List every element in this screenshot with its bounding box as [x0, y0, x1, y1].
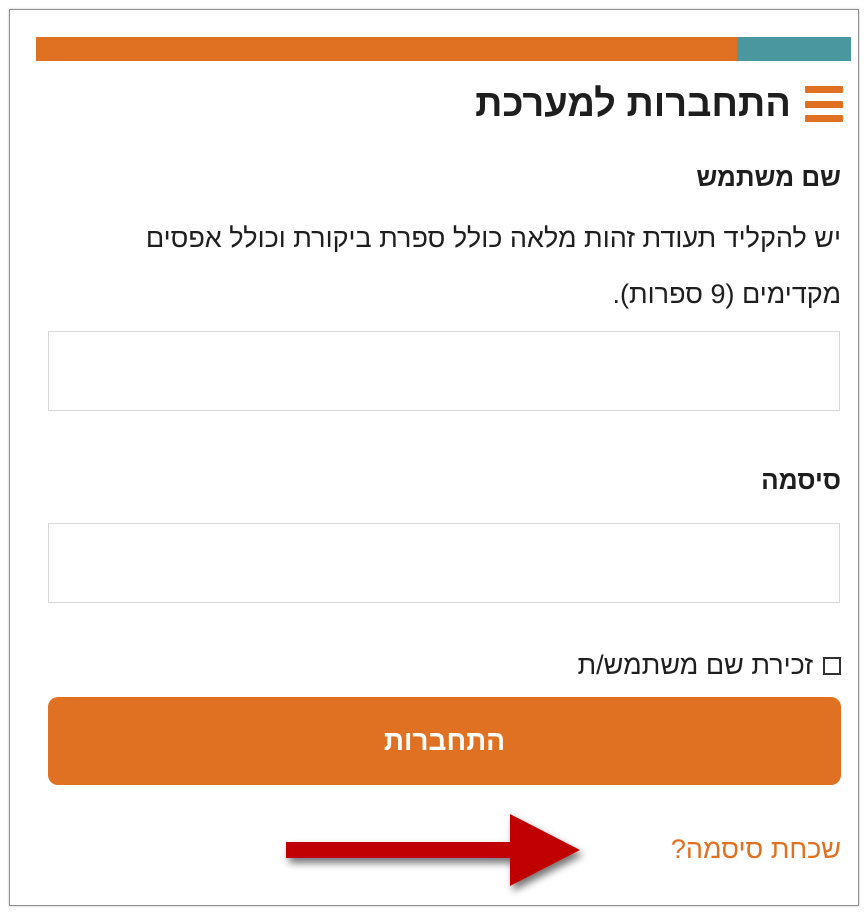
remember-username-checkbox[interactable] — [823, 656, 841, 675]
username-input[interactable] — [48, 331, 840, 411]
red-arrow-icon — [286, 814, 580, 886]
username-label: שם משתמש — [696, 162, 841, 192]
password-input[interactable] — [48, 523, 840, 603]
password-label: סיסמה — [761, 465, 841, 495]
page-title: התחברות למערכת — [475, 82, 791, 125]
accent-bar — [36, 37, 851, 61]
username-help-text: יש להקליד תעודת זהות מלאה כולל ספרת ביקו… — [145, 223, 841, 309]
remember-username-label: זכירת שם משתמש/ת — [577, 650, 813, 680]
remember-username-row[interactable]: זכירת שם משתמש/ת — [578, 650, 841, 681]
title-row: התחברות למערכת — [475, 74, 843, 134]
hamburger-menu-icon — [805, 86, 843, 122]
login-button[interactable]: התחברות — [48, 697, 841, 785]
forgot-password-link[interactable]: שכחת סיסמה? — [671, 834, 841, 865]
accent-bar-orange — [36, 37, 737, 61]
accent-bar-teal — [737, 37, 851, 61]
